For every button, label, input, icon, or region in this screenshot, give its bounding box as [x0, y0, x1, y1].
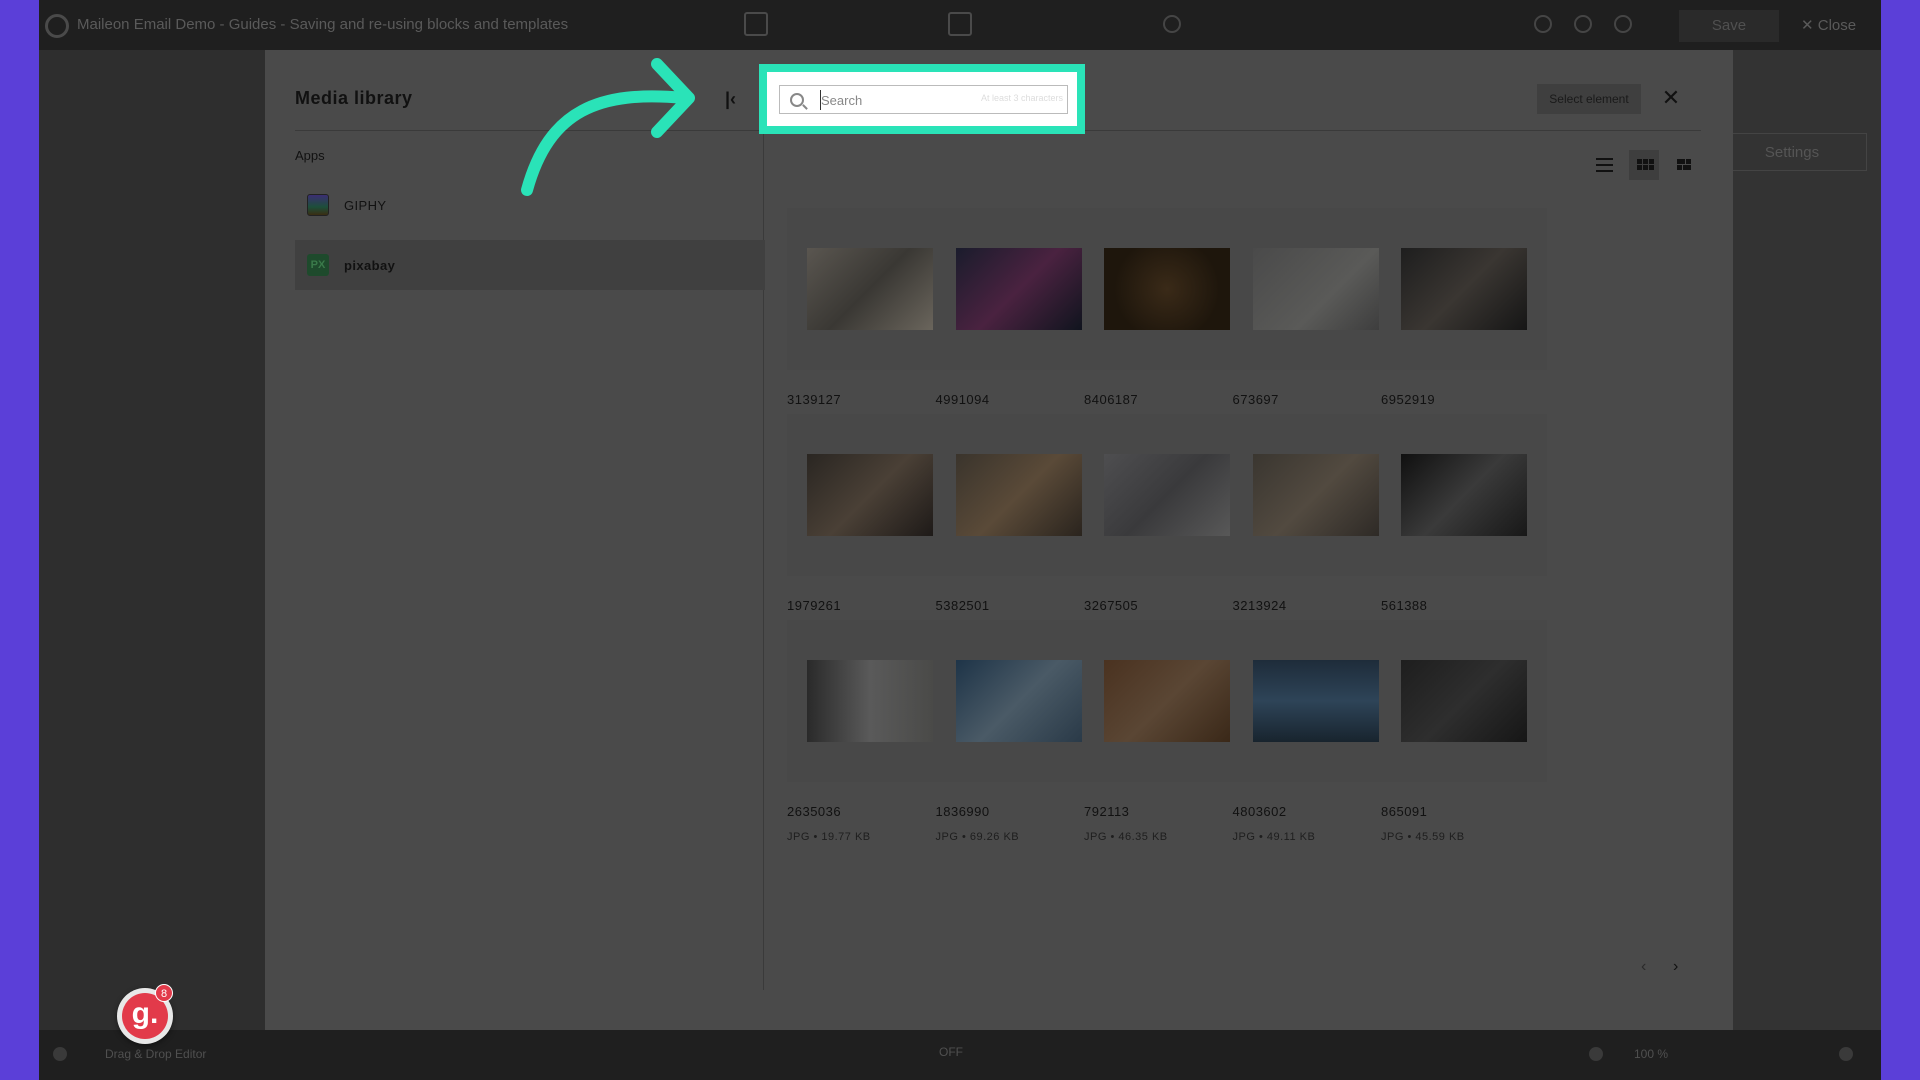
- media-item-meta: JPG • 45.59 KB: [1381, 831, 1465, 843]
- desktop-preview-icon[interactable]: [948, 12, 972, 36]
- thumbnail-frame[interactable]: [1381, 208, 1547, 370]
- history-icon[interactable]: [1574, 15, 1592, 33]
- thumbnail-image: [1401, 248, 1527, 330]
- settings-button[interactable]: Settings: [1717, 133, 1867, 171]
- media-item-name: 865091: [1381, 804, 1428, 819]
- search-highlight: At least 3 characters: [759, 64, 1085, 134]
- guide-count-badge: 8: [155, 984, 173, 1002]
- thumbnail-frame[interactable]: [935, 208, 1102, 370]
- grid-view-icon[interactable]: [1629, 150, 1659, 180]
- app-item-label: GIPHY: [344, 198, 387, 213]
- guide-arrow-icon: [521, 58, 695, 196]
- media-item-name: 561388: [1381, 598, 1428, 613]
- media-item-name: 3213924: [1232, 598, 1287, 613]
- media-item-name: 8406187: [1084, 392, 1139, 407]
- app-topbar: Maileon Email Demo - Guides - Saving and…: [39, 0, 1881, 50]
- maileon-logo-icon: [45, 14, 69, 38]
- media-item-meta: JPG • 19.77 KB: [787, 831, 871, 843]
- close-app-button[interactable]: ✕ Close: [1801, 16, 1856, 34]
- thumbnail-frame[interactable]: [1232, 620, 1399, 782]
- giphy-icon: [307, 194, 329, 216]
- media-library-modal: Media library |‹ Apps GIPHY PX pixabay A…: [265, 50, 1733, 1030]
- thumbnail-image: [1401, 454, 1527, 536]
- thumbnail-frame[interactable]: [787, 414, 953, 576]
- editor-mode-select[interactable]: Drag & Drop Editor: [105, 1047, 206, 1061]
- save-button[interactable]: Save: [1679, 10, 1779, 42]
- thumbnail-frame[interactable]: [1084, 620, 1250, 782]
- thumbnail-frame[interactable]: [935, 620, 1102, 782]
- search-hint: At least 3 characters: [980, 93, 1063, 103]
- thumbnail-frame[interactable]: [1232, 208, 1399, 370]
- thumbnail-image: [1252, 454, 1379, 536]
- thumbnail-image: [1104, 454, 1230, 536]
- media-item-name: 4991094: [935, 392, 990, 407]
- next-page-button[interactable]: ›: [1673, 958, 1678, 976]
- media-item-name: 792113: [1084, 804, 1130, 819]
- masonry-view-icon[interactable]: [1669, 150, 1699, 180]
- menu-dots-icon[interactable]: [53, 1047, 67, 1061]
- app-title: Maileon Email Demo - Guides - Saving and…: [77, 16, 569, 33]
- modal-title: Media library: [295, 88, 413, 108]
- guide-badge[interactable]: g. 8: [117, 984, 173, 1044]
- toggle-off-label[interactable]: OFF: [939, 1045, 963, 1059]
- thumbnail-frame[interactable]: [1381, 620, 1547, 782]
- search-box: At least 3 characters: [779, 85, 1068, 114]
- prev-page-button[interactable]: ‹: [1641, 958, 1646, 976]
- media-item-name: 1836990: [935, 804, 990, 819]
- redo-icon[interactable]: [1614, 15, 1632, 33]
- thumbnail-image: [1401, 660, 1527, 742]
- media-item-name: 5382501: [935, 598, 990, 613]
- app-bottombar: Drag & Drop Editor OFF 100 %: [39, 1030, 1881, 1080]
- media-item-name: 673697: [1232, 392, 1279, 407]
- thumbnail-frame[interactable]: [1381, 414, 1547, 576]
- thumbnail-image: [1104, 660, 1230, 742]
- thumbnail-image: [1252, 248, 1379, 330]
- thumbnail-image: [807, 454, 933, 536]
- thumbnail-image: [955, 248, 1082, 330]
- thumbnail-frame[interactable]: [787, 620, 953, 782]
- media-item-name: 2635036: [787, 804, 842, 819]
- close-icon[interactable]: ✕: [1659, 86, 1683, 110]
- media-item-name: 6952919: [1381, 392, 1436, 407]
- media-item-name: 3267505: [1084, 598, 1139, 613]
- grid-icon[interactable]: [1839, 1047, 1853, 1061]
- thumbnail-frame[interactable]: [935, 414, 1102, 576]
- zoom-icon[interactable]: [1589, 1047, 1603, 1061]
- layout-icon[interactable]: [744, 12, 768, 36]
- apps-label: Apps: [295, 148, 325, 163]
- thumbnail-image: [1252, 660, 1379, 742]
- media-item-meta: JPG • 49.11 KB: [1232, 831, 1316, 843]
- search-icon: [790, 93, 804, 107]
- media-item-meta: JPG • 46.35 KB: [1084, 831, 1168, 843]
- thumbnail-frame[interactable]: [1232, 414, 1399, 576]
- screen: Maileon Email Demo - Guides - Saving and…: [39, 0, 1881, 1080]
- pixabay-icon: PX: [307, 254, 329, 276]
- select-element-button[interactable]: Select element: [1537, 84, 1641, 114]
- thumbnail-image: [955, 660, 1082, 742]
- thumbnail-image: [1104, 248, 1230, 330]
- media-item-name: 4803602: [1232, 804, 1287, 819]
- media-item-name: 3139127: [787, 392, 842, 407]
- media-item-meta: JPG • 69.26 KB: [935, 831, 1020, 843]
- thumbnail-frame[interactable]: [1084, 208, 1250, 370]
- thumbnail-frame[interactable]: [787, 208, 953, 370]
- list-view-icon[interactable]: [1589, 150, 1619, 180]
- settings-gear-icon[interactable]: [1163, 15, 1181, 33]
- media-item-name: 1979261: [787, 598, 842, 613]
- thumbnail-image: [807, 660, 933, 742]
- thumbnail-image: [807, 248, 933, 330]
- zoom-level[interactable]: 100 %: [1634, 1047, 1668, 1061]
- thumbnail-image: [955, 454, 1082, 536]
- search-input[interactable]: [820, 90, 960, 110]
- undo-icon[interactable]: [1534, 15, 1552, 33]
- app-item-label: pixabay: [344, 258, 396, 273]
- thumbnail-frame[interactable]: [1084, 414, 1250, 576]
- app-item-pixabay[interactable]: PX pixabay: [295, 240, 765, 290]
